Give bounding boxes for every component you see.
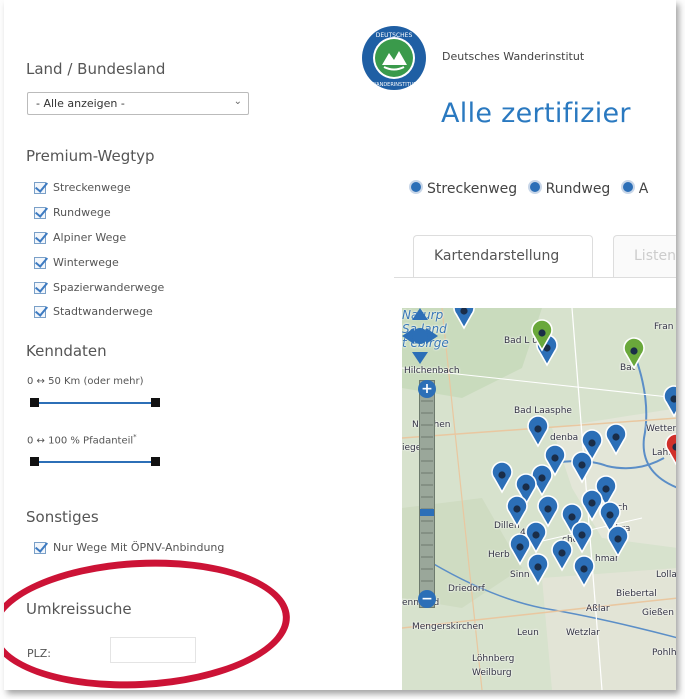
chevron-down-icon: ⌄: [233, 96, 242, 107]
checkbox-label: Spazierwanderwege: [53, 281, 165, 294]
checkbox-label: Stadtwanderwege: [53, 305, 153, 318]
tab-label: Listen: [634, 248, 676, 264]
highlight-ellipse: [4, 552, 294, 690]
footnote-mark: *: [133, 433, 137, 441]
page-frame: Land / Bundesland - Alle anzeigen - ⌄ Pr…: [4, 0, 676, 690]
map-markers: [453, 308, 676, 587]
map-marker-icon: [506, 495, 528, 527]
marker-dot-icon: [620, 180, 635, 194]
legend-item-a: A: [620, 180, 648, 197]
slider-handle-min[interactable]: [30, 398, 39, 407]
trail-range-text: 0 ↔ 100 % Pfadanteil: [27, 435, 134, 447]
trail-range-label: 0 ↔ 100 % Pfadanteil*: [27, 433, 137, 446]
map-marker-icon: [527, 553, 549, 585]
zoom-ticks: [420, 400, 434, 582]
map-marker-icon: [571, 521, 593, 553]
tab-divider: [394, 277, 676, 278]
marker-dot-icon: [409, 180, 423, 194]
zoom-in-icon[interactable]: +: [418, 380, 436, 398]
legend-item-rundweg: Rundweg: [527, 180, 610, 197]
page-title: Alle zertifizier: [441, 98, 631, 129]
region-select[interactable]: - Alle anzeigen - ⌄: [27, 92, 249, 115]
checkbox-label: Nur Wege Mit ÖPNV-Anbindung: [53, 541, 225, 554]
slider-track: [30, 402, 158, 404]
zoom-handle: [420, 509, 434, 516]
checkbox-checked-icon[interactable]: [34, 207, 46, 219]
map-marker-icon: [623, 337, 645, 369]
checkbox-checked-icon[interactable]: [34, 232, 46, 244]
checkbox-checked-icon[interactable]: [34, 282, 46, 294]
logo-text-top: DEUTSCHES: [376, 32, 413, 39]
filter-sidebar: Land / Bundesland - Alle anzeigen - ⌄ Pr…: [4, 0, 394, 690]
zoom-out-icon[interactable]: −: [418, 590, 436, 608]
pan-down-icon: [412, 352, 428, 364]
tab-listen[interactable]: Listen: [613, 235, 676, 277]
map-marker-icon: [537, 495, 559, 527]
map-marker-icon: [581, 489, 603, 521]
trail-map[interactable]: Naturp Sa land t ebirge Bad L urg Hilche…: [402, 308, 676, 690]
route-legend: Streckenweg Rundweg A: [409, 180, 654, 197]
checkbox-label: Winterwege: [53, 256, 119, 269]
tab-kartendarstellung[interactable]: Kartendarstellung: [413, 235, 593, 277]
checkbox-label: Streckenwege: [53, 181, 131, 194]
pan-control[interactable]: [402, 308, 438, 364]
slider-track: [30, 461, 158, 463]
map-marker-icon: [571, 451, 593, 483]
checkbox-checked-icon[interactable]: [34, 182, 46, 194]
distance-slider[interactable]: [30, 398, 160, 408]
checkbox-checked-icon[interactable]: [34, 306, 46, 318]
distance-range-text: 0 ↔ 50 Km (oder mehr): [27, 376, 144, 387]
map-marker-icon: [509, 533, 531, 565]
map-marker-icon: [663, 385, 676, 417]
tab-label: Kartendarstellung: [434, 248, 560, 264]
trail-slider[interactable]: [30, 457, 160, 467]
institute-logo: DEUTSCHES WANDERINSTITUT: [362, 26, 426, 90]
checkbox-checked-icon[interactable]: [34, 542, 46, 554]
zoom-slider[interactable]: [419, 380, 435, 608]
sonstiges-heading: Sonstiges: [26, 508, 99, 526]
checkbox-label: Rundwege: [53, 206, 111, 219]
map-marker-icon: [605, 423, 627, 455]
slider-handle-max[interactable]: [151, 398, 160, 407]
kenndaten-heading: Kenndaten: [26, 342, 107, 360]
map-marker-icon: [453, 308, 475, 329]
map-marker-icon: [491, 461, 513, 493]
map-marker-icon: [527, 415, 549, 447]
checkbox-checked-icon[interactable]: [34, 257, 46, 269]
org-name: Deutsches Wanderinstitut: [442, 50, 585, 63]
pan-up-icon: [412, 308, 428, 320]
marker-dot-icon: [527, 180, 542, 194]
slider-handle-min[interactable]: [30, 457, 39, 466]
map-marker-icon: [665, 433, 676, 465]
logo-text-bottom: WANDERINSTITUT: [372, 82, 418, 88]
region-select-value: - Alle anzeigen -: [36, 97, 125, 110]
checkbox-label: Alpiner Wege: [53, 231, 127, 244]
slider-handle-max[interactable]: [151, 457, 160, 466]
region-heading: Land / Bundesland: [26, 60, 166, 78]
type-heading: Premium-Wegtyp: [26, 147, 155, 165]
map-marker-icon: [551, 539, 573, 571]
map-marker-icon: [573, 555, 595, 587]
map-marker-icon: [607, 525, 629, 557]
legend-item-streckenweg: Streckenweg: [409, 180, 517, 197]
